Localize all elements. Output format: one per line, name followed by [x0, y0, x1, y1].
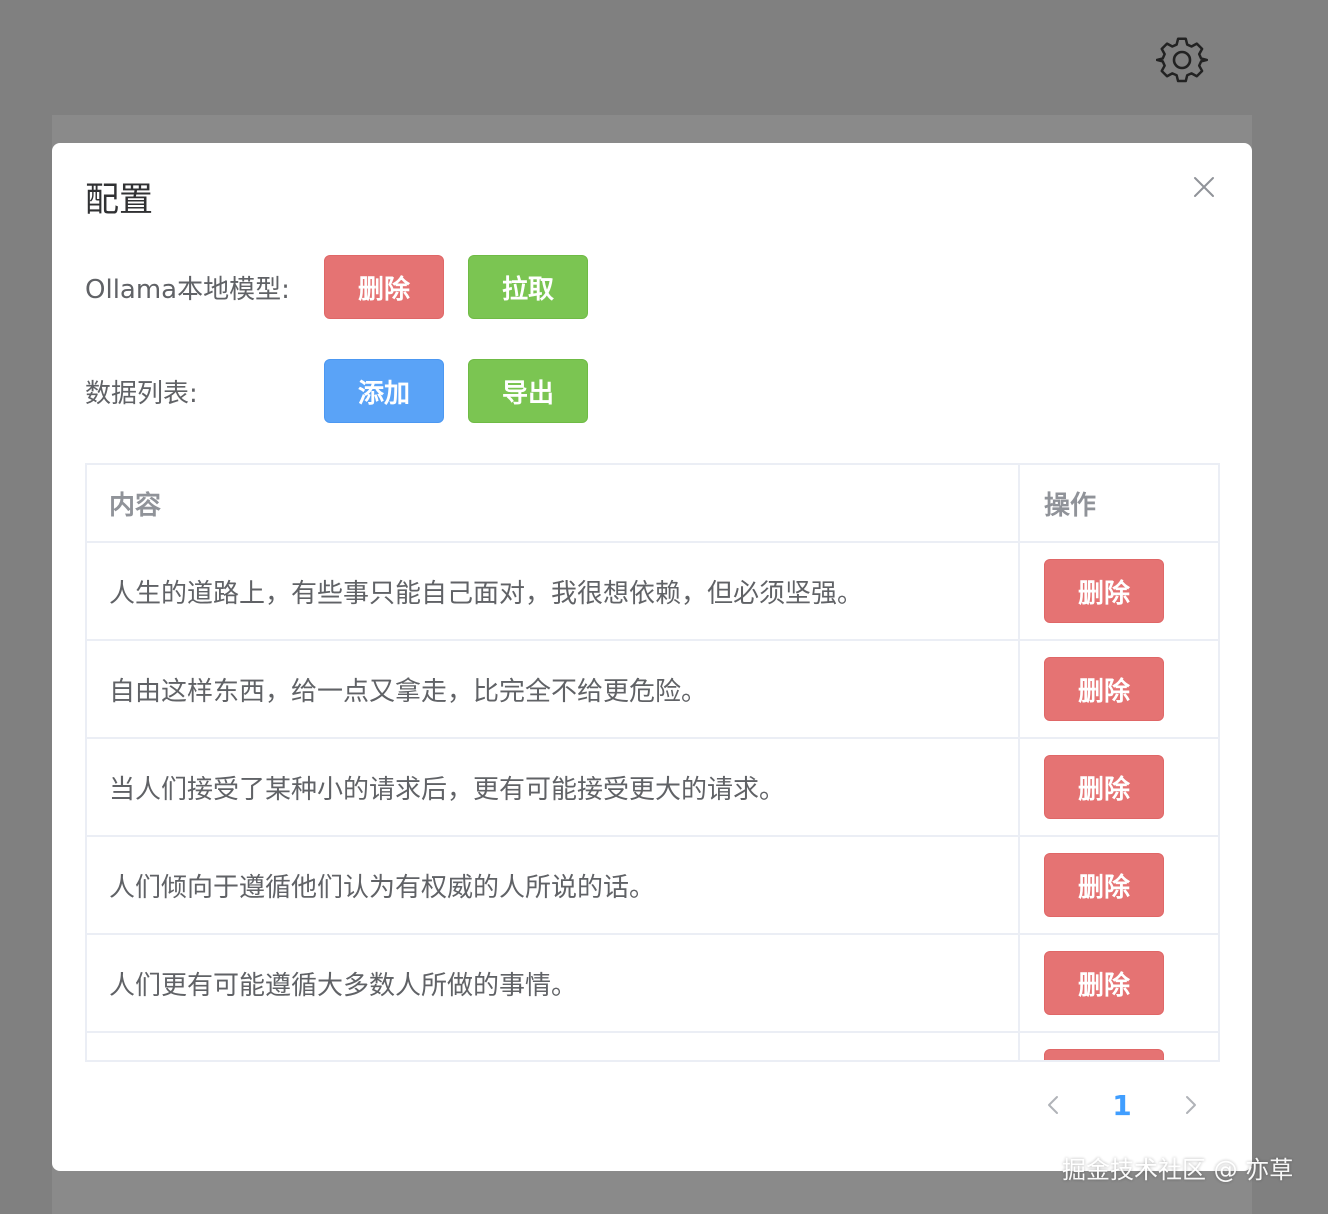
export-button[interactable]: 导出	[468, 359, 588, 423]
row-delete-button[interactable]: 删除	[1044, 755, 1164, 819]
row-action: 删除	[1020, 935, 1218, 1031]
table-row: 人们倾向于遵循他们认为有权威的人所说的话。 删除	[87, 837, 1218, 935]
ollama-row: Ollama本地模型: 删除 拉取	[85, 255, 612, 319]
row-delete-button[interactable]: 删除	[1044, 853, 1164, 917]
datalist-label: 数据列表:	[85, 378, 198, 409]
chevron-right-icon[interactable]	[1178, 1093, 1202, 1117]
row-delete-button[interactable]: 删除	[1044, 559, 1164, 623]
row-action	[1020, 1033, 1218, 1060]
gear-icon[interactable]	[1156, 34, 1208, 86]
table-row: 自由这样东西，给一点又拿走，比完全不给更危险。 删除	[87, 641, 1218, 739]
table-row: 人们更有可能遵循大多数人所做的事情。 删除	[87, 935, 1218, 1033]
table-row: 人生的道路上，有些事只能自己面对，我很想依赖，但必须坚强。 删除	[87, 543, 1218, 641]
table-row-partial	[87, 1033, 1218, 1060]
header-action: 操作	[1044, 490, 1097, 521]
row-action: 删除	[1020, 543, 1218, 639]
table-header: 内容 操作	[87, 465, 1218, 543]
page-number-current[interactable]: 1	[1112, 1089, 1131, 1122]
watermark-text: 掘金技术社区 @ 亦草	[1062, 1156, 1294, 1184]
row-content: 人们更有可能遵循大多数人所做的事情。	[87, 935, 1020, 1031]
row-content: 人生的道路上，有些事只能自己面对，我很想依赖，但必须坚强。	[87, 543, 1020, 639]
close-icon[interactable]	[1192, 175, 1216, 199]
row-action: 删除	[1020, 837, 1218, 933]
datalist-row: 数据列表: 添加 导出	[85, 359, 612, 423]
ollama-delete-button[interactable]: 删除	[324, 255, 444, 319]
row-action: 删除	[1020, 739, 1218, 835]
table-row: 当人们接受了某种小的请求后，更有可能接受更大的请求。 删除	[87, 739, 1218, 837]
row-content: 自由这样东西，给一点又拿走，比完全不给更危险。	[87, 641, 1020, 737]
config-dialog: 配置 Ollama本地模型: 删除 拉取 数据列表: 添加 导出 内容 操作 人…	[52, 143, 1252, 1171]
dialog-title: 配置	[85, 180, 153, 220]
ollama-pull-button[interactable]: 拉取	[468, 255, 588, 319]
row-delete-button[interactable]: 删除	[1044, 951, 1164, 1015]
row-action: 删除	[1020, 641, 1218, 737]
add-button[interactable]: 添加	[324, 359, 444, 423]
row-delete-button[interactable]	[1044, 1049, 1164, 1060]
row-content: 人们倾向于遵循他们认为有权威的人所说的话。	[87, 837, 1020, 933]
data-table: 内容 操作 人生的道路上，有些事只能自己面对，我很想依赖，但必须坚强。 删除 自…	[85, 463, 1220, 1062]
chevron-left-icon[interactable]	[1042, 1093, 1066, 1117]
row-content: 当人们接受了某种小的请求后，更有可能接受更大的请求。	[87, 739, 1020, 835]
row-content	[87, 1033, 1020, 1060]
ollama-label: Ollama本地模型:	[85, 274, 290, 305]
pagination: 1	[1042, 1085, 1202, 1125]
header-content: 内容	[87, 465, 1020, 541]
row-delete-button[interactable]: 删除	[1044, 657, 1164, 721]
